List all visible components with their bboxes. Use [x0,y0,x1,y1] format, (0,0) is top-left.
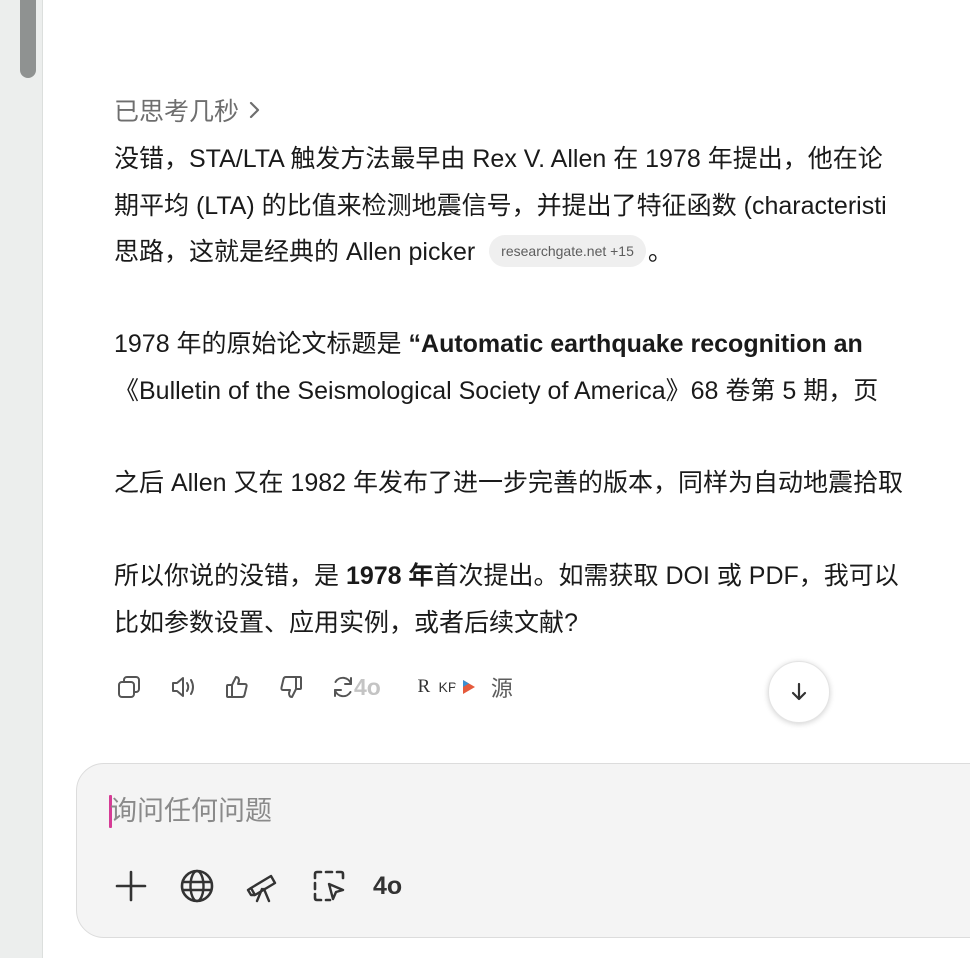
answer-line: 没错，STA/LTA 触发方法最早由 Rex V. Allen 在 1978 年… [114,145,883,173]
globe-icon [180,869,214,903]
thumbs-up-button[interactable] [222,672,252,702]
selection-cursor-icon [313,870,345,902]
source-triangle-icon [454,674,481,700]
thought-label: 已思考几秒 [114,98,240,126]
refresh-icon [334,676,352,698]
answer-paragraph-2: 1978 年的原始论文标题是 “Automatic earthquake rec… [114,321,970,414]
arrow-down-icon [791,682,807,701]
answer-paragraph-1: 没错，STA/LTA 触发方法最早由 Rex V. Allen 在 1978 年… [114,136,970,276]
answer-line: 1978 年的原始论文标题是 “Automatic earthquake rec… [114,321,970,368]
copy-icon [118,676,140,698]
paper-title: “Automatic earthquake recognition an [408,330,863,358]
message-composer: 4o [76,763,970,938]
answer-line: 比如参数设置、应用实例，或者后续文献? [114,608,578,637]
researchgate-icon: R [410,674,437,700]
answer-line: 之后 Allen 又在 1982 年发布了进一步完善的版本，同样为自动地震拾取 [114,469,903,497]
sidebar-scrollbar[interactable] [20,0,36,78]
message-actions: 4o R KP 源 [114,666,513,708]
model-selector[interactable]: 4o [373,872,402,901]
deep-research-button[interactable] [243,866,283,906]
sources-button[interactable]: R KP 源 [410,670,513,704]
source-favicons: R KP [410,670,483,704]
citation-chip[interactable]: researchgate.net +15 [489,235,646,268]
answer-text: 1978 年的原始论文标题是 [114,330,409,358]
answer-paragraph-3: 之后 Allen 又在 1982 年发布了进一步完善的版本，同样为自动地震拾取 [114,460,970,507]
plus-icon [115,870,147,902]
regenerate-button[interactable]: 4o [330,674,381,701]
answer-text: 思路，这就是经典的 Allen picker [114,238,476,266]
composer-toolbar: 4o [111,864,402,908]
web-search-button[interactable] [177,866,217,906]
answer-text: 所以你说的没错，是 [114,562,346,590]
prompt-input[interactable] [110,789,910,833]
copy-button[interactable] [114,672,144,702]
answer-text: 首次提出。如需获取 DOI 或 PDF，我可以 [433,562,899,590]
speaker-icon [172,677,194,697]
scroll-to-bottom-button[interactable] [768,661,830,723]
chevron-right-icon [249,101,260,119]
sidebar-strip [0,0,43,958]
answer-text: 。 [647,238,673,266]
regenerate-model-label: 4o [354,673,381,700]
add-attachment-button[interactable] [111,866,151,906]
answer-bold-year: 1978 年 [345,562,434,590]
answer-paragraph-4: 所以你说的没错，是 1978 年首次提出。如需获取 DOI 或 PDF，我可以 … [114,553,970,646]
sources-label: 源 [490,676,513,701]
answer-line: 《Bulletin of the Seismological Society o… [114,376,879,405]
screen-select-button[interactable] [309,866,349,906]
thumbs-up-icon [226,676,248,698]
answer-line: 所以你说的没错，是 1978 年首次提出。如需获取 DOI 或 PDF，我可以 [114,553,970,600]
thought-toggle[interactable]: 已思考几秒 [114,90,263,130]
answer-line: 期平均 (LTA) 的比值来检测地震信号，并提出了特征函数 (character… [114,191,887,220]
answer-line-with-citation: 思路，这就是经典的 Allen picker researchgate.net +… [114,229,970,276]
thumbs-down-button[interactable] [276,672,306,702]
telescope-icon [246,874,277,903]
thumbs-down-icon [280,676,302,698]
read-aloud-button[interactable] [168,672,198,702]
